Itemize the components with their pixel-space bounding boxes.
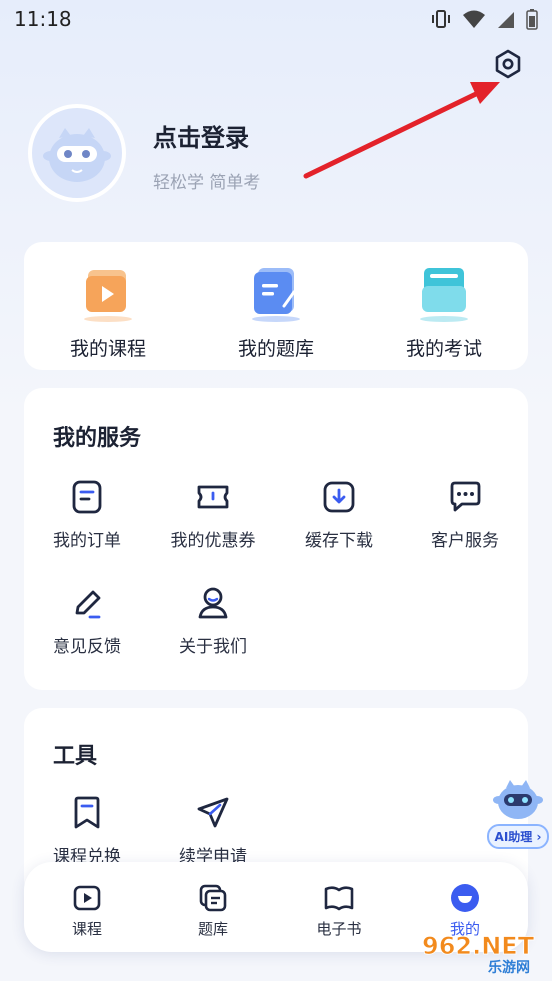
stack-icon [199,884,227,912]
watermark-text: 962.NET [422,932,535,960]
my-orders-item[interactable]: 我的订单 [24,478,150,551]
tab-question-bank-label: 题库 [197,920,228,938]
my-coupons-label: 我的优惠券 [170,531,256,551]
question-bank-icon [254,268,296,314]
pencil-icon [75,590,101,619]
video-icon [73,885,101,911]
tab-ebooks-label: 电子书 [316,920,362,938]
send-icon [197,797,229,828]
watermark-sub: 乐游网 [488,959,530,976]
status-time: 11:18 [14,7,72,31]
my-question-bank-label: 我的题库 [237,338,314,360]
about-us-item[interactable]: 关于我们 [150,584,276,657]
ai-assistant-label: AI助理 › [486,824,550,849]
quick-access-card: 我的课程 我的题库 我的考试 [24,242,528,370]
tab-courses[interactable]: 课程 [24,862,150,952]
signal-icon [498,12,514,28]
ai-assistant-button[interactable]: AI助理 › [485,776,551,854]
my-exams-item[interactable]: 我的考试 [360,242,528,370]
tab-ebooks[interactable]: 电子书 [276,862,402,952]
wifi-icon [463,10,485,28]
robot-mascot-icon [43,128,111,182]
tab-question-bank[interactable]: 题库 [150,862,276,952]
my-courses-label: 我的课程 [69,338,146,360]
my-question-bank-item[interactable]: 我的题库 [192,242,360,370]
status-bar: 11:18 [0,0,552,38]
exam-folder-icon [422,268,466,312]
person-icon [198,587,228,619]
login-link[interactable]: 点击登录 [153,118,249,153]
my-coupons-item[interactable]: 我的优惠券 [150,478,276,551]
settings-button[interactable] [490,46,526,82]
bookmark-icon [74,796,100,829]
chat-icon [450,481,481,512]
battery-icon [526,9,538,30]
gear-icon [495,49,521,79]
my-exams-label: 我的考试 [405,338,482,360]
customer-service-item[interactable]: 客户服务 [402,478,528,551]
tab-courses-label: 课程 [71,920,102,938]
customer-service-label: 客户服务 [431,531,499,551]
download-icon [323,481,355,513]
watermark-logo: 962.NET 乐游网 [422,932,535,976]
tools-title: 工具 [53,744,98,769]
feedback-label: 意见反馈 [53,637,121,657]
login-subtitle: 轻松学 简单考 [153,173,261,193]
study-extension-item[interactable]: 续学申请 [150,794,276,867]
about-us-label: 关于我们 [179,637,247,657]
feedback-item[interactable]: 意见反馈 [24,584,150,657]
cache-download-item[interactable]: 缓存下载 [276,478,402,551]
profile-icon [451,884,479,912]
book-icon [324,886,354,911]
vibrate-icon [432,10,450,28]
services-title: 我的服务 [53,426,142,451]
cache-download-label: 缓存下载 [305,531,373,551]
coupon-icon [197,485,229,509]
services-card: 我的服务 我的订单 我的优惠券 缓存下载 客户服务 意见反馈 关于我们 [24,388,528,690]
robot-mascot-icon [493,780,543,819]
course-redeem-item[interactable]: 课程兑换 [24,794,150,867]
my-courses-item[interactable]: 我的课程 [24,242,192,370]
my-orders-label: 我的订单 [53,531,121,551]
course-folder-icon [86,270,126,312]
order-icon [72,480,102,514]
avatar[interactable] [28,104,126,202]
